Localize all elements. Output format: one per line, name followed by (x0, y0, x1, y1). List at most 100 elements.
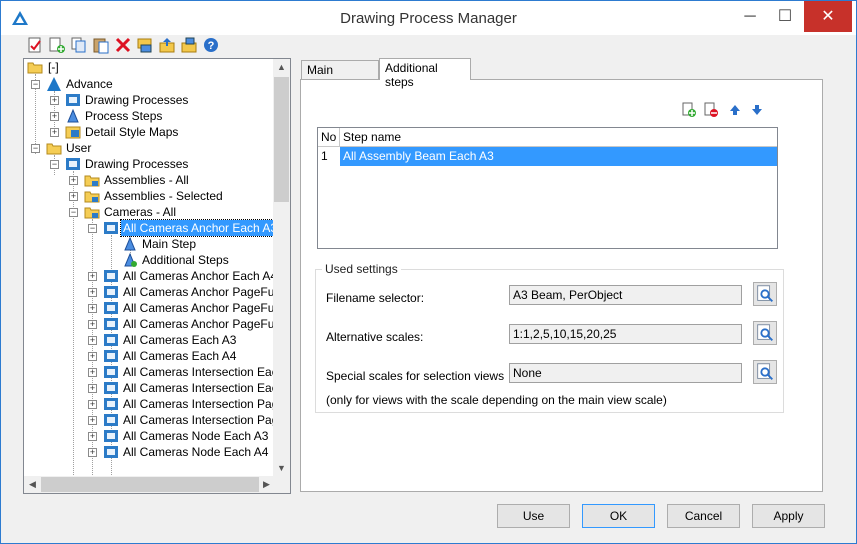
expand-toggle[interactable]: + (88, 336, 97, 345)
apply-button[interactable]: Apply (752, 504, 825, 528)
move-down-icon[interactable] (749, 102, 765, 118)
expand-toggle[interactable]: + (88, 352, 97, 361)
dialog-window: Drawing Process Manager ─ ☐ ✕ ? [-] − Ad… (0, 0, 857, 544)
row-step-name: All Assembly Beam Each A3 (340, 147, 777, 166)
add-step-icon[interactable] (681, 102, 697, 118)
tree-node-label: All Cameras Anchor PageFull A0 (123, 285, 274, 299)
tree-node-label: All Cameras Each A3 (123, 333, 237, 347)
tree-horizontal-scrollbar[interactable]: ◀ ▶ (24, 476, 275, 493)
column-header-no[interactable]: No (318, 128, 340, 147)
collapse-toggle[interactable]: − (31, 80, 40, 89)
scroll-up-arrow-icon[interactable]: ▲ (273, 59, 290, 76)
drawing-process-icon (104, 222, 118, 234)
title-bar: Drawing Process Manager ─ ☐ ✕ (1, 1, 856, 35)
expand-toggle[interactable]: + (88, 384, 97, 393)
tree-node-label: All Cameras Anchor Each A3 (119, 219, 274, 237)
expand-toggle[interactable]: + (88, 304, 97, 313)
expand-toggle[interactable]: + (88, 272, 97, 281)
collapse-toggle[interactable]: − (50, 160, 59, 169)
expand-toggle[interactable]: + (88, 288, 97, 297)
drawing-process-icon (104, 398, 118, 410)
alternative-scales-field[interactable]: 1:1,2,5,10,15,20,25 (509, 324, 742, 344)
browse-scales-icon[interactable] (753, 321, 777, 345)
tree-root-label: [-] (48, 60, 59, 74)
paste-icon[interactable] (92, 36, 110, 54)
scroll-left-arrow-icon[interactable]: ◀ (24, 476, 41, 493)
tab-main-definition[interactable]: Main definition (301, 60, 379, 91)
tab-additional-steps[interactable]: Additional steps (379, 58, 471, 89)
filename-selector-field[interactable]: A3 Beam, PerObject (509, 285, 742, 305)
collapse-toggle[interactable]: − (88, 224, 97, 233)
collapse-toggle[interactable]: − (69, 208, 78, 217)
maximize-button[interactable]: ☐ (768, 1, 802, 32)
tree-node-label: All Cameras Node Each A4 (123, 445, 269, 459)
expand-toggle[interactable]: + (50, 96, 59, 105)
window-title: Drawing Process Manager (340, 10, 517, 27)
tree-node-label: Drawing Processes (85, 157, 189, 171)
tree-node-label: Main Step (142, 237, 197, 251)
drawing-process-icon (104, 302, 118, 314)
expand-toggle[interactable]: + (69, 176, 78, 185)
process-tree[interactable]: [-] − Advance + Drawing Processes + Proc… (23, 58, 291, 494)
tree-vertical-scrollbar[interactable]: ▲ ▼ (273, 59, 290, 477)
drawing-process-icon (104, 334, 118, 346)
expand-toggle[interactable]: + (88, 448, 97, 457)
cancel-button[interactable]: Cancel (667, 504, 740, 528)
steps-grid[interactable]: No Step name 1 All Assembly Beam Each A3 (317, 127, 778, 249)
drawing-process-icon (104, 366, 118, 378)
process-folder-icon (84, 207, 100, 219)
expand-toggle[interactable]: + (50, 112, 59, 121)
grid-header: No Step name (318, 128, 777, 147)
tree-node-label: All Cameras Node Each A3 (123, 429, 269, 443)
table-row[interactable]: 1 All Assembly Beam Each A3 (318, 147, 777, 166)
expand-toggle[interactable]: + (88, 416, 97, 425)
folder-open-icon (27, 62, 43, 74)
import-icon[interactable] (136, 36, 154, 54)
drawing-process-icon (104, 350, 118, 362)
export-icon[interactable] (158, 36, 176, 54)
expand-toggle[interactable]: + (50, 128, 59, 137)
expand-toggle[interactable]: + (88, 432, 97, 441)
browse-filename-icon[interactable] (753, 282, 777, 306)
tree-node-label: All Cameras Intersection PageFull (123, 413, 274, 427)
remove-step-icon[interactable] (703, 102, 719, 118)
help-icon[interactable]: ? (202, 36, 220, 54)
minimize-button[interactable]: ─ (733, 1, 767, 32)
tree-node-label: All Cameras Anchor Each A4 (123, 269, 274, 283)
tree-content: [-] − Advance + Drawing Processes + Proc… (24, 59, 274, 475)
special-scales-field[interactable]: None (509, 363, 742, 383)
tree-node-label: Assemblies - All (104, 173, 189, 187)
tree-node-label: All Cameras Anchor PageFull A2 (123, 317, 274, 331)
process-folder-icon (84, 175, 100, 187)
delete-icon[interactable] (114, 36, 132, 54)
move-up-icon[interactable] (727, 102, 743, 118)
copy-icon[interactable] (70, 36, 88, 54)
collapse-toggle[interactable]: − (31, 144, 40, 153)
expand-toggle[interactable]: + (69, 192, 78, 201)
scroll-thumb[interactable] (274, 77, 289, 202)
ok-button[interactable]: OK (582, 504, 655, 528)
drawing-process-icon (104, 286, 118, 298)
special-scales-note: (only for views with the scale depending… (326, 393, 667, 407)
expand-toggle[interactable]: + (88, 368, 97, 377)
column-header-step-name[interactable]: Step name (340, 128, 777, 147)
tree-node-label: All Cameras Intersection Each A3 (123, 365, 274, 379)
new-document-icon[interactable] (26, 36, 44, 54)
expand-toggle[interactable]: + (88, 320, 97, 329)
process-step-icon (124, 236, 136, 251)
detail-style-map-icon (65, 126, 81, 139)
row-number: 1 (321, 149, 328, 163)
close-button[interactable]: ✕ (804, 1, 852, 32)
use-button[interactable]: Use (497, 504, 570, 528)
scroll-thumb[interactable] (41, 477, 259, 492)
scroll-down-arrow-icon[interactable]: ▼ (273, 460, 290, 477)
expand-toggle[interactable]: + (88, 400, 97, 409)
folder-open-icon (46, 143, 62, 155)
add-icon[interactable] (48, 36, 66, 54)
tree-node-label: Drawing Processes (85, 93, 189, 107)
tree-user-label: User (66, 141, 92, 155)
export-all-icon[interactable] (180, 36, 198, 54)
tree-node-label: All Cameras Anchor PageFull A1 (123, 301, 274, 315)
browse-special-scales-icon[interactable] (753, 360, 777, 384)
alternative-scales-label: Alternative scales: (326, 330, 424, 344)
